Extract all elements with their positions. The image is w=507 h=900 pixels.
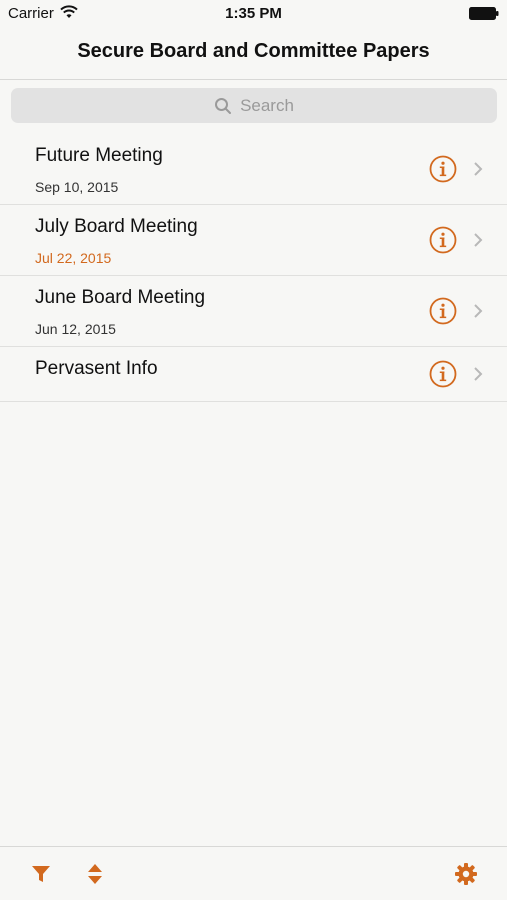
info-circle-icon[interactable] <box>429 360 457 388</box>
bottom-toolbar <box>0 846 507 900</box>
chevron-right-icon <box>474 367 483 381</box>
info-circle-icon[interactable] <box>429 155 457 183</box>
search-placeholder: Search <box>240 95 294 115</box>
info-circle-icon[interactable] <box>429 297 457 325</box>
chevron-right-icon <box>474 162 483 176</box>
search-icon <box>215 97 232 114</box>
list-item[interactable]: July Board Meeting Jul 22, 2015 <box>0 205 507 276</box>
info-circle-icon[interactable] <box>429 226 457 254</box>
list-item-title: Future Meeting <box>35 145 163 166</box>
chevron-right-icon <box>474 304 483 318</box>
list-item[interactable]: June Board Meeting Jun 12, 2015 <box>0 276 507 347</box>
list-item-date: Jul 22, 2015 <box>35 250 112 266</box>
meeting-list: Future Meeting Sep 10, 2015 July Board M… <box>0 134 507 402</box>
search-bar[interactable]: Search <box>11 88 497 123</box>
list-item-title: July Board Meeting <box>35 216 198 237</box>
list-item[interactable]: Future Meeting Sep 10, 2015 <box>0 134 507 205</box>
list-item[interactable]: Pervasent Info <box>0 347 507 402</box>
list-item-title: Pervasent Info <box>35 358 158 379</box>
gear-icon[interactable] <box>454 862 478 886</box>
status-bar: Carrier 1:35 PM <box>0 0 507 28</box>
navigation-bar: Secure Board and Committee Papers <box>0 28 507 80</box>
list-item-date: Jun 12, 2015 <box>35 321 116 337</box>
chevron-right-icon <box>474 233 483 247</box>
status-time: 1:35 PM <box>225 5 282 22</box>
filter-icon[interactable] <box>29 862 53 886</box>
list-item-title: June Board Meeting <box>35 287 206 308</box>
search-input[interactable]: Search <box>11 88 497 123</box>
sort-icon[interactable] <box>83 862 107 886</box>
page-title: Secure Board and Committee Papers <box>77 40 430 62</box>
list-item-date: Sep 10, 2015 <box>35 179 119 195</box>
battery-icon <box>469 7 499 20</box>
